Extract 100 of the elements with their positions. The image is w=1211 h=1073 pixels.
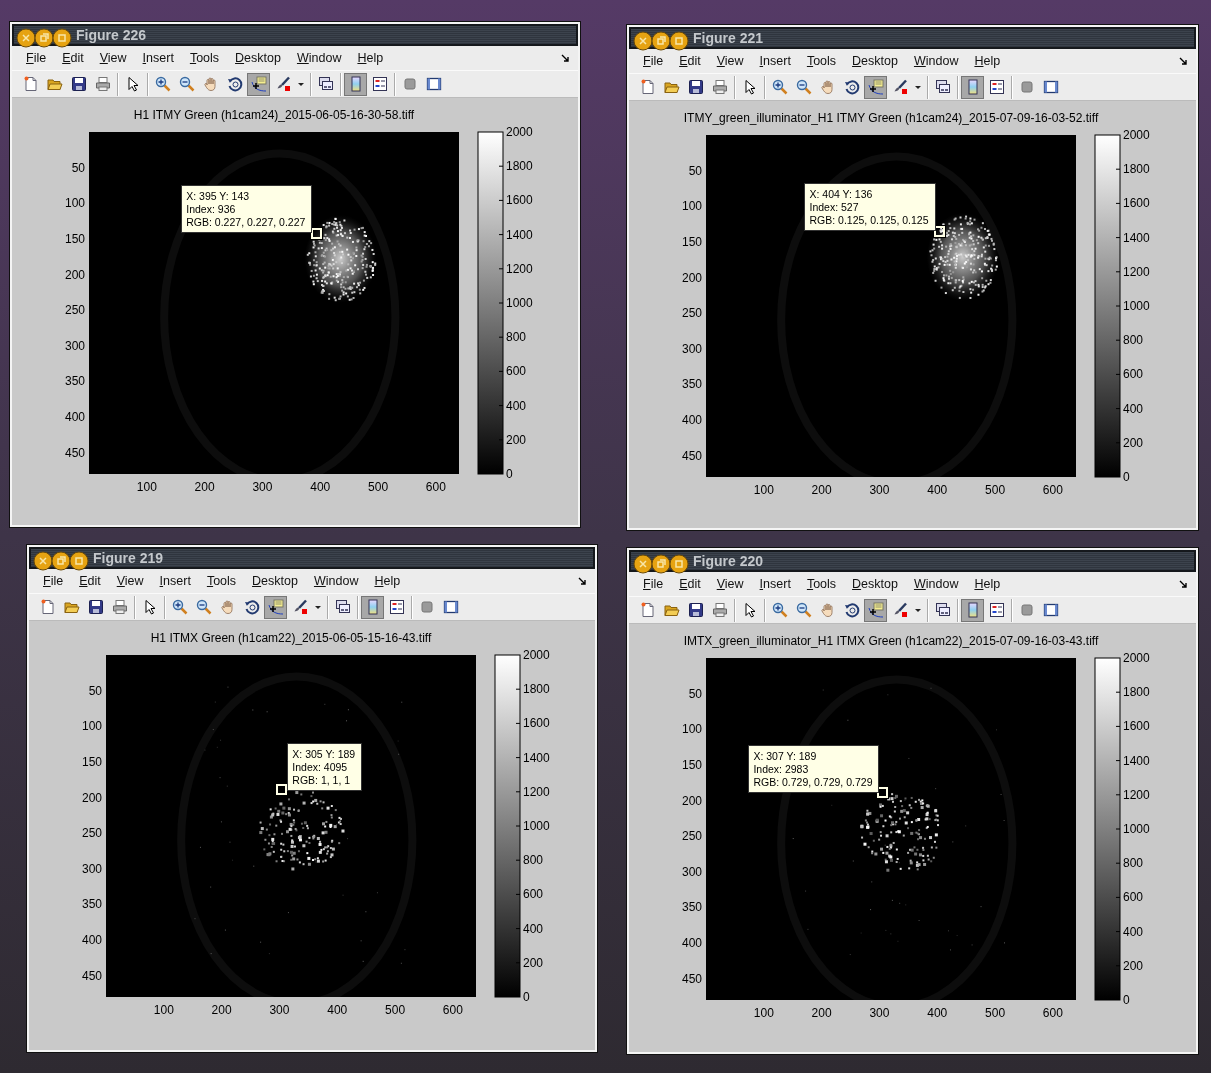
menu-item[interactable]: Edit: [671, 51, 709, 71]
window-icon: [1042, 79, 1059, 95]
y-tick-label: 200: [681, 270, 702, 285]
menu-item[interactable]: Edit: [71, 571, 109, 591]
y-tick-label: 50: [71, 160, 85, 175]
new-file-icon: [39, 599, 56, 615]
x-tick-label: 400: [310, 480, 331, 494]
x-tick-label: 100: [136, 480, 157, 494]
y-tick-label: 250: [681, 829, 702, 844]
menu-item[interactable]: Tools: [798, 51, 845, 71]
x-tick-label: 600: [1042, 1006, 1063, 1020]
linked-windows-icon: [334, 599, 351, 615]
colorbar-button[interactable]: [344, 72, 367, 96]
colorbar-tick-label: 2000: [523, 648, 550, 662]
restore-button[interactable]: [51, 551, 71, 571]
y-tick-label: 400: [681, 936, 702, 950]
menu-item[interactable]: View: [108, 571, 152, 591]
menu-item[interactable]: View: [708, 574, 752, 594]
legend-icon: [388, 599, 405, 615]
close-button[interactable]: [633, 554, 653, 574]
menu-item[interactable]: Window: [288, 48, 350, 68]
menu-item[interactable]: Desktop: [844, 51, 906, 71]
datatip-text: X: 307 Y: 189: [753, 749, 818, 763]
data-cursor-button[interactable]: [864, 598, 887, 622]
datatip-text: X: 305 Y: 189: [292, 747, 356, 761]
data-cursor-marker[interactable]: [877, 786, 889, 798]
x-tick-label: 200: [194, 480, 215, 494]
colorbar-button[interactable]: [961, 598, 984, 622]
menu-item[interactable]: Help: [349, 48, 392, 68]
data-cursor-icon: [867, 79, 884, 95]
menu-item[interactable]: Window: [905, 51, 967, 71]
colorbar-button[interactable]: [361, 595, 384, 619]
menu-item[interactable]: Help: [966, 51, 1009, 71]
close-button[interactable]: [16, 28, 36, 48]
overflow-arrow-icon[interactable]: [578, 576, 587, 586]
colorbar-tick-label: 1800: [523, 682, 550, 697]
window-icon: [425, 76, 442, 92]
restore-button[interactable]: [34, 28, 54, 48]
colorbar-tick-label: 1000: [506, 296, 533, 310]
hand-icon: [202, 76, 219, 92]
menu-item[interactable]: File: [35, 571, 72, 591]
menu-item[interactable]: Insert: [151, 571, 199, 591]
square-icon: [1018, 602, 1035, 618]
menu-item[interactable]: File: [635, 574, 672, 594]
caret-icon: [915, 85, 921, 89]
menu-item[interactable]: Tools: [198, 571, 245, 591]
data-cursor-button[interactable]: [247, 72, 270, 96]
menu-item[interactable]: Desktop: [844, 574, 906, 594]
y-tick-label: 350: [64, 374, 85, 389]
colorbar-tick-label: 600: [1123, 890, 1144, 905]
menu-item[interactable]: Insert: [751, 574, 799, 594]
open-folder-icon: [663, 602, 680, 618]
y-tick-label: 300: [681, 341, 702, 356]
menu-item[interactable]: Tools: [798, 574, 845, 594]
colorbar-tick-label: 1400: [1123, 753, 1150, 768]
menu-item[interactable]: Help: [366, 571, 409, 591]
colorbar-tick-label: 800: [1123, 856, 1144, 871]
data-cursor-marker[interactable]: [311, 227, 323, 239]
menu-item[interactable]: File: [18, 48, 55, 68]
minimize-button[interactable]: [669, 31, 689, 51]
menu-item[interactable]: Tools: [181, 48, 228, 68]
overflow-arrow-icon[interactable]: [561, 53, 570, 63]
brush-icon: [274, 76, 291, 92]
menu-item[interactable]: View: [91, 48, 135, 68]
colorbar-button[interactable]: [961, 75, 984, 99]
restore-button[interactable]: [651, 554, 671, 574]
overflow-arrow-icon[interactable]: [1179, 579, 1188, 589]
data-cursor-button[interactable]: [264, 595, 287, 619]
datatip-text: RGB: 0.729, 0.729, 0.729: [753, 775, 873, 789]
minimize-button[interactable]: [52, 28, 72, 48]
overflow-arrow-icon[interactable]: [1179, 56, 1188, 66]
zoom-out-icon: [795, 79, 812, 95]
y-tick-label: 50: [88, 683, 102, 698]
y-tick-label: 150: [64, 231, 85, 246]
menu-item[interactable]: Edit: [54, 48, 92, 68]
x-tick-label: 200: [811, 1006, 832, 1020]
menu-item[interactable]: File: [635, 51, 672, 71]
data-cursor-marker[interactable]: [933, 225, 945, 237]
rotate-icon: [243, 599, 260, 615]
menu-item[interactable]: Edit: [671, 574, 709, 594]
close-button[interactable]: [33, 551, 53, 571]
menu-item[interactable]: Window: [305, 571, 367, 591]
menu-item[interactable]: Window: [905, 574, 967, 594]
x-tick-label: 500: [985, 1006, 1006, 1020]
menu-item[interactable]: Desktop: [227, 48, 289, 68]
close-button[interactable]: [633, 31, 653, 51]
menu-item[interactable]: Insert: [134, 48, 182, 68]
menu-item[interactable]: Insert: [751, 51, 799, 71]
menu-item[interactable]: Desktop: [244, 571, 306, 591]
y-tick-label: 300: [81, 861, 102, 876]
menu-item[interactable]: Help: [966, 574, 1009, 594]
restore-button[interactable]: [651, 31, 671, 51]
menu-item[interactable]: View: [708, 51, 752, 71]
printer-icon: [111, 599, 128, 615]
data-cursor-button[interactable]: [864, 75, 887, 99]
square-icon: [1018, 79, 1035, 95]
data-cursor-marker[interactable]: [276, 783, 288, 795]
minimize-button[interactable]: [69, 551, 89, 571]
colorbar-tick-label: 1000: [1123, 822, 1150, 836]
minimize-button[interactable]: [669, 554, 689, 574]
